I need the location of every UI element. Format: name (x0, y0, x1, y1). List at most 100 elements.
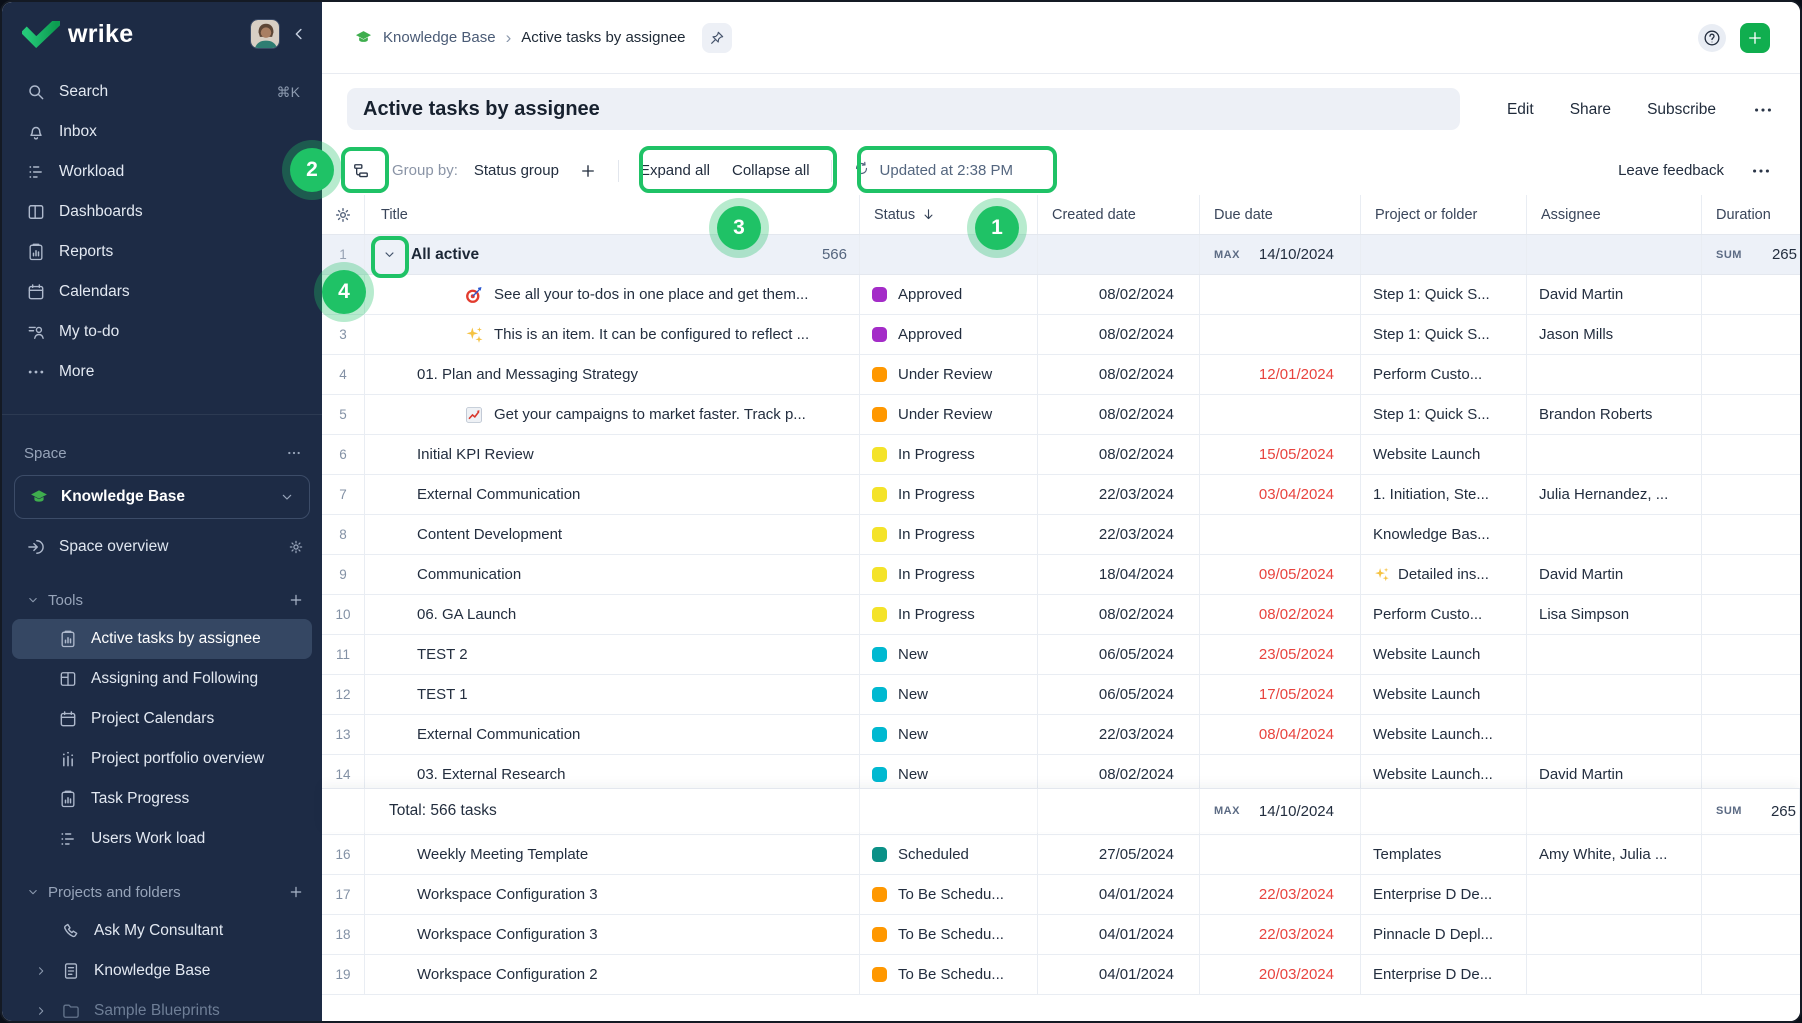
task-title-cell[interactable]: Initial KPI Review (365, 435, 860, 474)
sidebar-item-knowledge-base[interactable]: Knowledge Base (12, 951, 312, 991)
space-settings-gear-icon[interactable] (288, 539, 304, 555)
toolbar-more-button[interactable] (1750, 160, 1772, 182)
table-row[interactable]: 3 This is an item. It can be configured … (322, 315, 1800, 355)
task-title-cell[interactable]: Content Development (365, 515, 860, 554)
tools-section-header[interactable]: Tools (2, 581, 322, 619)
task-project-cell[interactable]: Pinnacle D Depl... (1361, 915, 1527, 954)
task-title-cell[interactable]: External Communication (365, 715, 860, 754)
create-new-button[interactable] (1740, 23, 1770, 53)
task-project-cell[interactable]: Step 1: Quick S... (1361, 275, 1527, 314)
task-title-cell[interactable]: Workspace Configuration 3 (365, 915, 860, 954)
sidebar-item-users-work-load[interactable]: Users Work load (12, 819, 312, 859)
task-status-cell[interactable]: To Be Schedu... (860, 955, 1038, 994)
task-project-cell[interactable]: Perform Custo... (1361, 595, 1527, 634)
task-status-cell[interactable]: New (860, 715, 1038, 754)
task-project-cell[interactable]: Knowledge Bas... (1361, 515, 1527, 554)
sidebar-item-project-portfolio-overview[interactable]: Project portfolio overview (12, 739, 312, 779)
help-button[interactable] (1698, 24, 1726, 52)
task-status-cell[interactable]: Scheduled (860, 835, 1038, 874)
table-row[interactable]: 10 06. GA Launch In Progress 08/02/2024 … (322, 595, 1800, 635)
task-title-cell[interactable]: TEST 1 (365, 675, 860, 714)
group-collapse-chevron[interactable] (375, 241, 403, 269)
task-status-cell[interactable]: In Progress (860, 435, 1038, 474)
add-grouping-button[interactable] (579, 162, 597, 180)
task-project-cell[interactable]: Website Launch (1361, 435, 1527, 474)
task-status-cell[interactable]: In Progress (860, 515, 1038, 554)
task-status-cell[interactable]: Approved (860, 315, 1038, 354)
table-settings-gear-icon[interactable] (322, 195, 365, 234)
task-status-cell[interactable]: Approved (860, 275, 1038, 314)
group-by-icon-button[interactable] (344, 154, 378, 188)
column-header-status[interactable]: Status (860, 195, 1038, 234)
table-row[interactable]: 6 Initial KPI Review In Progress 08/02/2… (322, 435, 1800, 475)
add-project-button[interactable] (288, 884, 304, 900)
title-more-button[interactable] (1752, 99, 1774, 121)
task-title-cell[interactable]: Workspace Configuration 2 (365, 955, 860, 994)
sidebar-item-my-to-do[interactable]: My to-do (2, 312, 322, 352)
table-row[interactable]: 11 TEST 2 New 06/05/2024 23/05/2024 Webs… (322, 635, 1800, 675)
table-row[interactable]: 19 Workspace Configuration 2 To Be Sched… (322, 955, 1800, 995)
group-row-all-active[interactable]: 1 All active 566 MAX14/10/2024 SUM265 (322, 235, 1800, 275)
column-header-due-date[interactable]: Due date (1200, 195, 1361, 234)
column-header-created-date[interactable]: Created date (1038, 195, 1200, 234)
task-project-cell[interactable]: Templates (1361, 835, 1527, 874)
leave-feedback-button[interactable]: Leave feedback (1618, 162, 1724, 179)
task-project-cell[interactable]: Website Launch (1361, 675, 1527, 714)
task-title-cell[interactable]: Weekly Meeting Template (365, 835, 860, 874)
task-status-cell[interactable]: To Be Schedu... (860, 915, 1038, 954)
user-avatar[interactable] (250, 19, 280, 49)
expand-all-button[interactable]: Expand all (640, 162, 710, 179)
task-title-cell[interactable]: Get your campaigns to market faster. Tra… (365, 395, 860, 434)
column-header-title[interactable]: Title (365, 195, 860, 234)
sidebar-item-project-calendars[interactable]: Project Calendars (12, 699, 312, 739)
table-row[interactable]: 2 See all your to-dos in one place and g… (322, 275, 1800, 315)
task-title-cell[interactable]: Communication (365, 555, 860, 594)
task-title-cell[interactable]: 01. Plan and Messaging Strategy (365, 355, 860, 394)
table-row[interactable]: 13 External Communication New 22/03/2024… (322, 715, 1800, 755)
sidebar-item-reports[interactable]: Reports (2, 232, 322, 272)
space-selector[interactable]: Knowledge Base (14, 475, 310, 519)
table-row[interactable]: 17 Workspace Configuration 3 To Be Sched… (322, 875, 1800, 915)
column-header-duration[interactable]: Duration (1702, 195, 1800, 234)
task-project-cell[interactable]: Detailed ins... (1361, 555, 1527, 594)
sidebar-item-space-overview[interactable]: Space overview (2, 527, 322, 567)
table-row[interactable]: 12 TEST 1 New 06/05/2024 17/05/2024 Webs… (322, 675, 1800, 715)
space-more-icon[interactable] (286, 445, 302, 461)
task-project-cell[interactable]: Step 1: Quick S... (1361, 315, 1527, 354)
task-project-cell[interactable]: Enterprise D De... (1361, 875, 1527, 914)
collapse-all-button[interactable]: Collapse all (732, 162, 810, 179)
sidebar-item-inbox[interactable]: Inbox (2, 112, 322, 152)
sidebar-item-active-tasks-by-assignee[interactable]: Active tasks by assignee (12, 619, 312, 659)
task-title-cell[interactable]: 06. GA Launch (365, 595, 860, 634)
share-button[interactable]: Share (1570, 101, 1611, 119)
task-title-cell[interactable]: External Communication (365, 475, 860, 514)
table-row[interactable]: 7 External Communication In Progress 22/… (322, 475, 1800, 515)
edit-button[interactable]: Edit (1507, 101, 1534, 119)
table-row[interactable]: 9 Communication In Progress 18/04/2024 0… (322, 555, 1800, 595)
task-project-cell[interactable]: 1. Initiation, Ste... (1361, 475, 1527, 514)
task-project-cell[interactable]: Step 1: Quick S... (1361, 395, 1527, 434)
task-status-cell[interactable]: In Progress (860, 555, 1038, 594)
task-project-cell[interactable]: Enterprise D De... (1361, 955, 1527, 994)
view-title-input[interactable]: Active tasks by assignee (347, 88, 1460, 130)
column-header-assignee[interactable]: Assignee (1527, 195, 1702, 234)
task-status-cell[interactable]: In Progress (860, 595, 1038, 634)
task-status-cell[interactable]: Under Review (860, 395, 1038, 434)
sidebar-item-sample-blueprints[interactable]: Sample Blueprints (12, 991, 312, 1023)
group-by-value[interactable]: Status group (474, 162, 559, 179)
column-header-project-or-folder[interactable]: Project or folder (1361, 195, 1527, 234)
sidebar-item-dashboards[interactable]: Dashboards (2, 192, 322, 232)
add-tool-button[interactable] (288, 592, 304, 608)
task-title-cell[interactable]: This is an item. It can be configured to… (365, 315, 860, 354)
task-status-cell[interactable]: Under Review (860, 355, 1038, 394)
sidebar-item-more[interactable]: More (2, 352, 322, 392)
sidebar-item-task-progress[interactable]: Task Progress (12, 779, 312, 819)
task-project-cell[interactable]: Website Launch... (1361, 715, 1527, 754)
sidebar-item-workload[interactable]: Workload (2, 152, 322, 192)
table-row[interactable]: 5 Get your campaigns to market faster. T… (322, 395, 1800, 435)
sidebar-item-calendars[interactable]: Calendars (2, 272, 322, 312)
sidebar-collapse-button[interactable] (290, 25, 308, 43)
task-status-cell[interactable]: New (860, 675, 1038, 714)
task-project-cell[interactable]: Perform Custo... (1361, 355, 1527, 394)
task-title-cell[interactable]: Workspace Configuration 3 (365, 875, 860, 914)
